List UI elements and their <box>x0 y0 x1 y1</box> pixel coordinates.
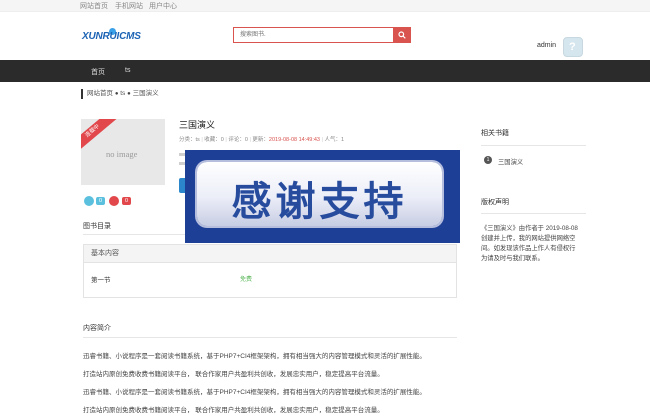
cover-placeholder-text: no image <box>106 149 138 159</box>
thanks-overlay-image: 感谢支持 <box>185 150 460 243</box>
meta-collect: 收藏：0 <box>204 137 224 143</box>
intro-paragraph: 打造站内原创免费收费书籍阅读平台， 联合作家用户共盈利共创收，发展忠实用户，稳定… <box>83 407 384 414</box>
meta-update-time: 2019-08-08 14:49:43 <box>268 137 320 143</box>
copyright-line: 创建并上传，我的网站提供网络空 <box>481 235 576 242</box>
toc-panel: 基本内容 第一节 免费 <box>83 244 457 298</box>
search-button[interactable] <box>393 28 410 42</box>
book-meta: 分类：ts | 收藏：0 | 评论：0 | 更新：2019-08-08 14:4… <box>179 137 345 143</box>
search-box <box>233 27 411 43</box>
topbar-link-home[interactable]: 网站首页 <box>80 1 108 11</box>
intro-paragraph: 打造站内原创免费收费书籍阅读平台， 联合作家用户共盈利共创收，发展忠实用户，稳定… <box>83 371 384 378</box>
intro-paragraph: 迅睿书籍、小说程序是一套阅读书籍系统，基于PHP7+CI4框架架构，拥有相当强大… <box>83 353 426 360</box>
avatar[interactable]: ? <box>563 37 583 57</box>
book-cover[interactable]: 连载中 no image <box>81 119 165 185</box>
username[interactable]: admin <box>537 42 556 49</box>
search-icon <box>398 31 406 39</box>
copyright-line: 为请及时与我们联系。 <box>481 255 544 262</box>
breadcrumb-current[interactable]: 三国演义 <box>133 90 159 97</box>
breadcrumb-category[interactable]: ts <box>120 90 125 97</box>
chapter-status: 免费 <box>240 277 253 283</box>
breadcrumb-separator: ● <box>127 91 131 97</box>
thanks-overlay-panel: 感谢支持 <box>197 162 442 226</box>
toc-title: 图书目录 <box>83 223 111 230</box>
meta-update-label: 更新： <box>252 137 269 143</box>
intro-paragraph: 迅睿书籍、小说程序是一套阅读书籍系统，基于PHP7+CI4框架架构，拥有相当强大… <box>83 389 426 396</box>
divider <box>83 337 457 338</box>
related-rank-badge: 1 <box>484 156 492 164</box>
breadcrumb-separator: ● <box>114 91 119 97</box>
logo-text: XUNRUICMS <box>82 31 141 42</box>
copyright-line: 《三国演义》由作者于 2019-08-08 <box>481 225 578 232</box>
nav-item-home[interactable]: 首页 <box>91 67 105 77</box>
meta-category: 分类：ts <box>179 137 200 143</box>
divider <box>481 213 586 214</box>
related-book-link[interactable]: 三国演义 <box>498 157 523 166</box>
book-title: 三国演义 <box>179 120 216 130</box>
chapter-link[interactable]: 第一节 <box>91 274 111 284</box>
main-nav: 首页 ts <box>0 60 650 82</box>
dislike-icon[interactable] <box>109 196 119 206</box>
topbar-link-user-center[interactable]: 用户中心 <box>149 1 177 11</box>
breadcrumb: 网站首页 ● ts ● 三国演义 <box>81 89 159 99</box>
copyright-line: 间。如发现该作品上作人有侵权行 <box>481 245 576 252</box>
like-icon[interactable] <box>84 196 94 206</box>
nav-item-ts[interactable]: ts <box>125 67 130 74</box>
dislike-count: 0 <box>122 197 131 205</box>
status-ribbon: 连载中 <box>81 119 118 154</box>
breadcrumb-home[interactable]: 网站首页 <box>87 90 113 97</box>
meta-views: 人气：1 <box>324 137 345 143</box>
related-title: 相关书籍 <box>481 130 509 137</box>
thanks-overlay-text: 感谢支持 <box>231 179 408 225</box>
site-logo[interactable]: XUNRUICMS <box>82 28 141 45</box>
topbar-link-mobile[interactable]: 手机网站 <box>115 1 143 11</box>
meta-comment: 评论：0 <box>228 137 248 143</box>
toc-panel-head: 基本内容 <box>84 245 456 263</box>
intro-title: 内容简介 <box>83 325 111 332</box>
copyright-title: 版权声明 <box>481 199 509 206</box>
site-header: XUNRUICMS admin ? <box>0 12 650 60</box>
search-input[interactable] <box>234 28 394 42</box>
like-count: 0 <box>96 197 105 205</box>
divider <box>481 145 586 146</box>
avatar-placeholder-icon: ? <box>569 41 576 53</box>
top-utility-bar: 网站首页 手机网站 用户中心 <box>0 0 650 12</box>
